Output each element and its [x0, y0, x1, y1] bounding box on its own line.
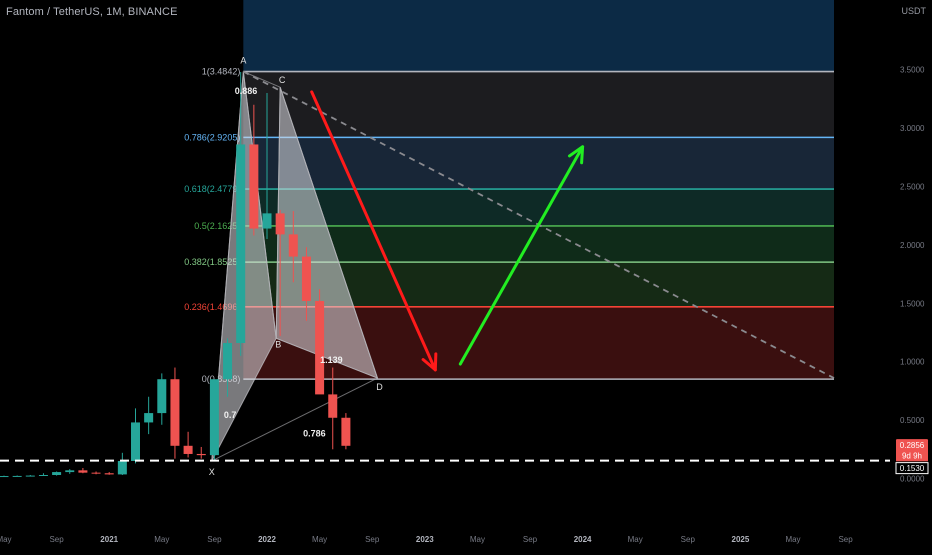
candle-body — [131, 422, 140, 461]
candle[interactable] — [65, 469, 75, 474]
pattern-ratio-label: 0.786 — [303, 428, 326, 438]
pattern-point-x: X — [209, 467, 215, 477]
time-tick-label: Sep — [49, 535, 64, 544]
fib-level-label: 0.618(2.4779) — [184, 184, 240, 194]
candle[interactable] — [170, 367, 180, 459]
chart-svg[interactable]: 1(3.4842)0.786(2.9205)0.618(2.4779)0.5(2… — [0, 0, 932, 550]
price-tick-label: 3.5000 — [900, 66, 925, 75]
pattern-ratio-label: 1.139 — [320, 355, 343, 365]
level-price-label: 0.1530 — [900, 464, 925, 473]
time-tick-label: Sep — [838, 535, 853, 544]
candle-body — [12, 475, 22, 477]
candle-body — [25, 475, 35, 477]
candle[interactable] — [196, 446, 206, 459]
time-tick-label: 2021 — [100, 535, 118, 544]
candle[interactable] — [52, 471, 62, 476]
candle-body — [236, 144, 246, 344]
candle-body — [196, 453, 206, 456]
time-tick-label: 2024 — [574, 535, 592, 544]
price-tick-label: 1.0000 — [900, 358, 925, 367]
candle[interactable] — [91, 471, 101, 475]
candle-body — [78, 470, 88, 473]
time-tick-label: May — [154, 535, 169, 544]
candle[interactable] — [78, 467, 88, 474]
candle-body — [117, 460, 127, 475]
candle-body — [275, 213, 285, 235]
candle-body — [328, 394, 338, 418]
candle[interactable] — [157, 373, 167, 425]
pattern-point-c: C — [279, 75, 286, 85]
time-tick-label: May — [312, 535, 327, 544]
candle-body — [0, 476, 9, 478]
candle-body — [301, 256, 311, 301]
fib-level-label: 1(3.4842) — [202, 67, 241, 77]
pattern-ratio-label: 0.886 — [235, 86, 258, 96]
candle-body — [104, 473, 114, 475]
fib-band — [243, 71, 834, 138]
candle-body — [52, 472, 62, 475]
candle-body — [65, 470, 75, 473]
time-tick-label: Sep — [207, 535, 222, 544]
candle[interactable] — [0, 475, 9, 478]
candle[interactable] — [341, 413, 351, 450]
candle-body — [144, 413, 154, 423]
pattern-ratio-label: 0.7 — [224, 410, 237, 420]
price-tick-label: 1.5000 — [900, 299, 925, 308]
candle[interactable] — [38, 473, 48, 476]
time-tick-label: Sep — [681, 535, 696, 544]
currency-label: USDT — [901, 6, 927, 16]
time-tick-label: May — [785, 535, 800, 544]
upper-zone — [243, 0, 834, 72]
candle[interactable] — [315, 289, 325, 395]
candle-body — [38, 474, 48, 476]
price-tick-label: 2.5000 — [900, 183, 925, 192]
price-tick-label: 3.0000 — [900, 124, 925, 133]
fib-band — [243, 137, 834, 190]
candle-body — [223, 343, 233, 380]
candle-body — [249, 144, 259, 229]
time-axis[interactable]: May Sep 2021 May Sep 2022 May Sep 2023 May Sep 2024… — [0, 528, 890, 550]
time-tick-label: 2022 — [258, 535, 276, 544]
time-tick-label: Sep — [523, 535, 538, 544]
price-tick-label: 0.5000 — [900, 416, 925, 425]
candle-body — [170, 379, 180, 446]
chart[interactable]: 1(3.4842) 0.786(2.9205) 0.618(2.4779) 0.5(2… — [0, 0, 932, 550]
time-tick-label: May — [628, 535, 643, 544]
candle-body — [183, 445, 193, 454]
countdown-label: 9d 9h — [902, 451, 922, 460]
fib-level-label: 0.786(2.9205) — [184, 132, 240, 142]
candle[interactable] — [183, 431, 193, 458]
pattern-point-a: A — [240, 56, 246, 66]
time-tick-label: May — [470, 535, 485, 544]
time-tick-label: 2023 — [416, 535, 434, 544]
candle[interactable] — [25, 474, 35, 477]
candle-body — [262, 213, 272, 229]
candle-body — [288, 234, 298, 257]
fib-band — [243, 189, 834, 226]
pattern-point-b: B — [275, 339, 281, 349]
candle[interactable] — [131, 408, 140, 464]
price-tick-label: 2.0000 — [900, 241, 925, 250]
current-price-label: 0.2856 — [900, 441, 925, 450]
candle-body — [315, 300, 325, 395]
symbol-title: Fantom / TetherUS, 1M, BINANCE — [6, 6, 178, 18]
time-tick-label: Sep — [365, 535, 380, 544]
candle-body — [157, 379, 167, 414]
time-tick-label: 2025 — [732, 535, 750, 544]
candle-body — [209, 379, 219, 456]
candle[interactable] — [209, 379, 219, 460]
candle[interactable] — [12, 475, 22, 477]
candle[interactable] — [104, 472, 114, 475]
candle[interactable] — [144, 396, 154, 435]
price-tick-label: 0.0000 — [900, 475, 925, 484]
candle-body — [341, 417, 351, 446]
candle[interactable] — [117, 452, 127, 475]
candle-body — [91, 472, 101, 474]
time-axis-bg — [0, 528, 890, 550]
price-axis[interactable]: 0.0000 0.5000 1.0000 1.5000 2.0000 2.5000 3.00… — [890, 0, 932, 550]
pattern-point-d: D — [376, 382, 383, 392]
time-tick-label: May — [0, 535, 12, 544]
